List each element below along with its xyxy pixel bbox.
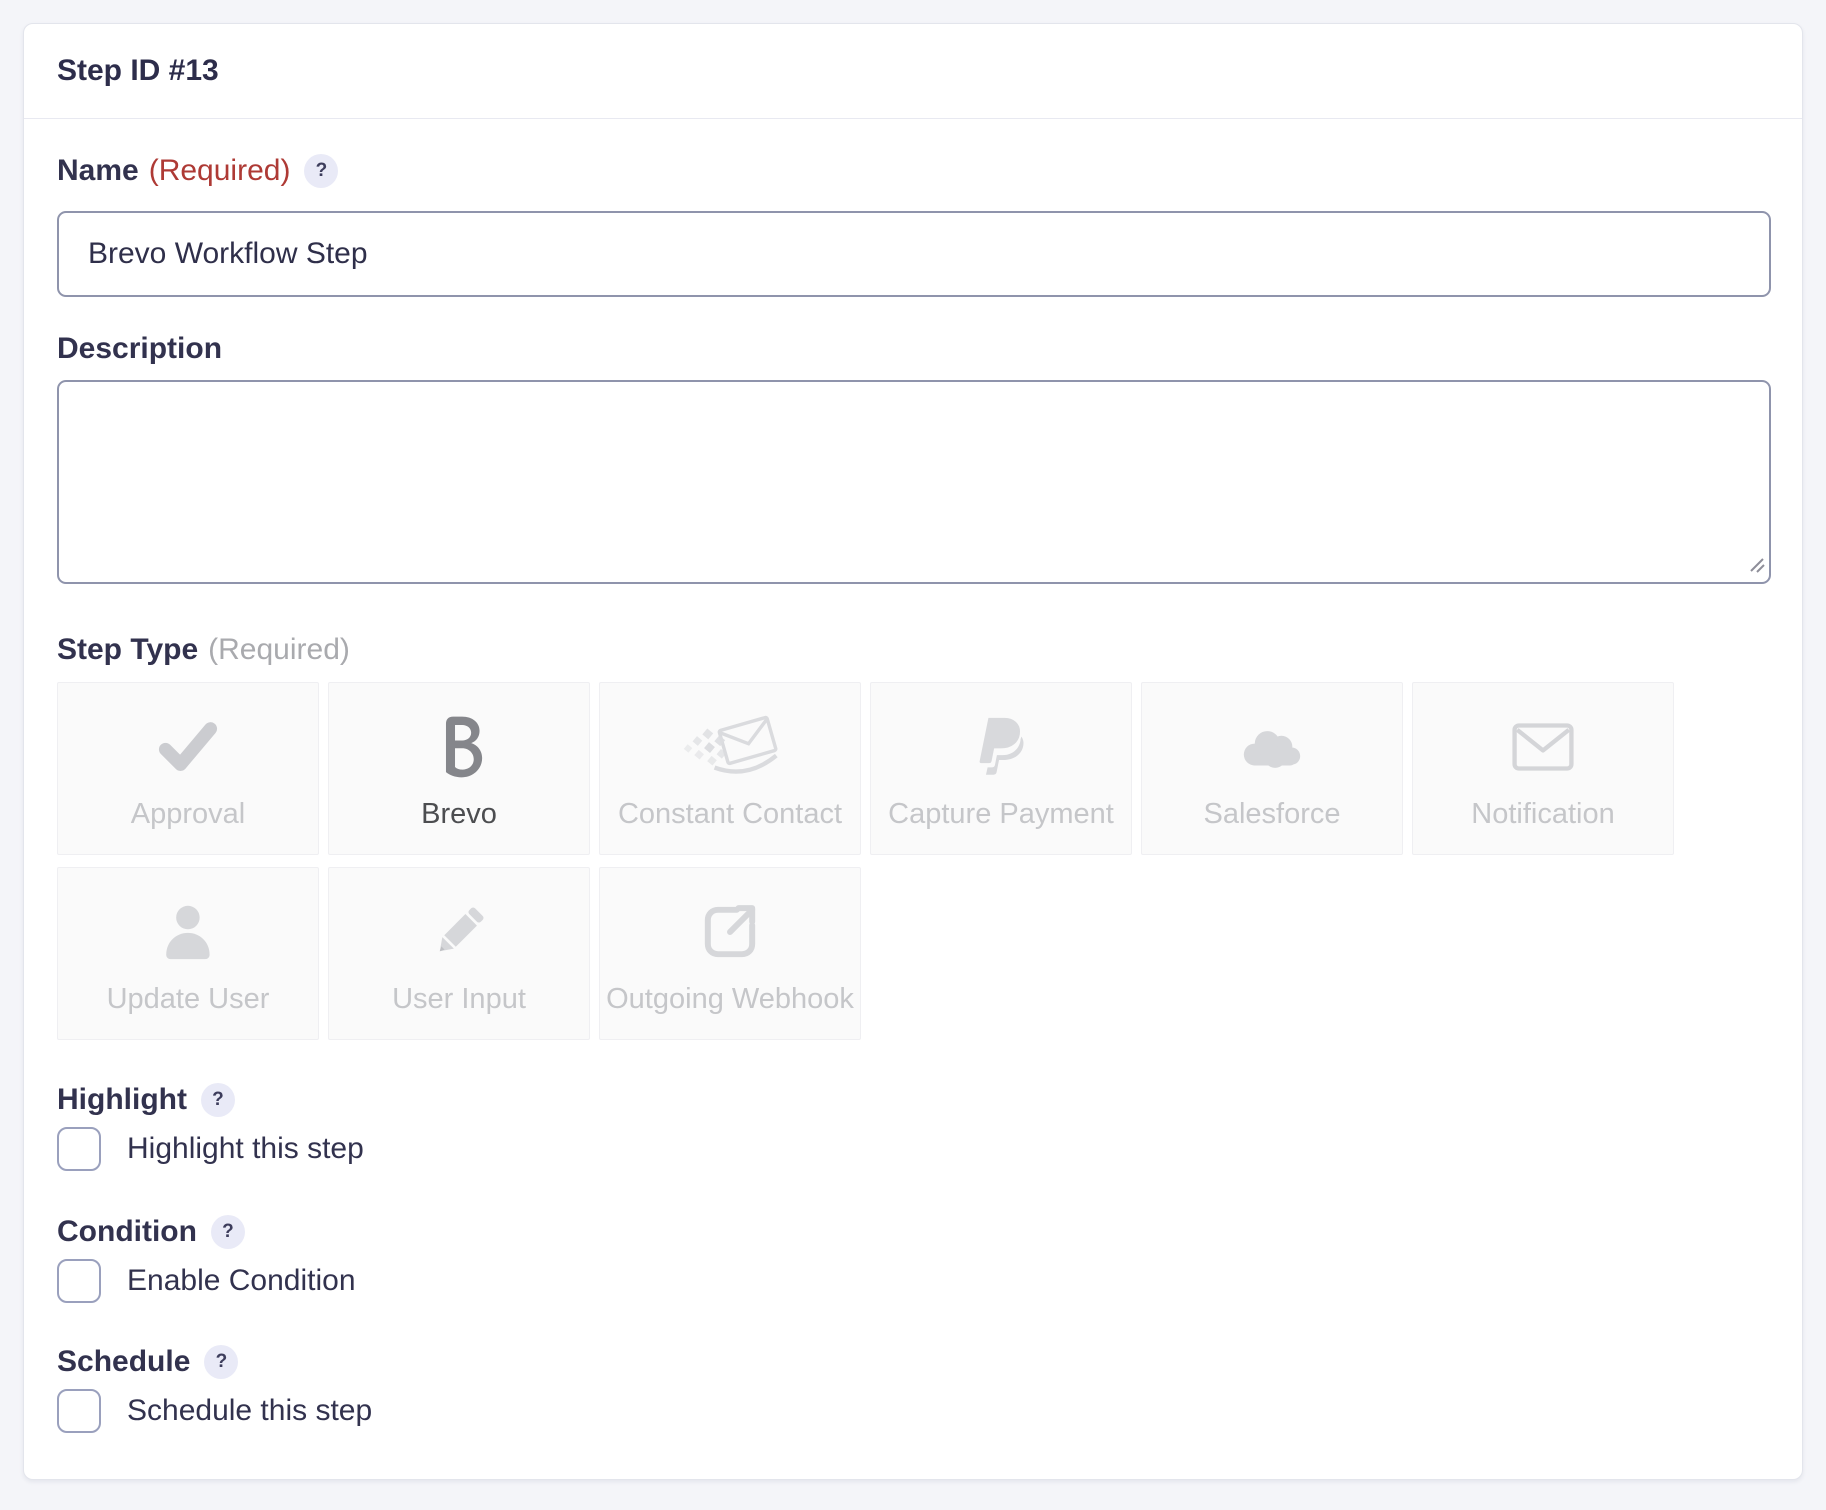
condition-check-row: Enable Condition (57, 1259, 1769, 1303)
highlight-checkbox[interactable] (57, 1127, 101, 1171)
step-type-option-capture-payment[interactable]: Capture Payment (870, 682, 1132, 855)
envelope-icon (1512, 706, 1574, 788)
step-type-option-approval[interactable]: Approval (57, 682, 319, 855)
condition-label: Condition (57, 1213, 197, 1251)
highlight-check-row: Highlight this step (57, 1127, 1769, 1171)
external-link-icon (701, 891, 759, 973)
constant-contact-logo-icon (680, 706, 780, 788)
step-editor-card: Step ID #13 Name (Required) ? Descriptio… (23, 23, 1803, 1480)
schedule-label-row: Schedule ? (57, 1343, 1769, 1381)
check-icon (158, 706, 218, 788)
paypal-icon (977, 706, 1024, 788)
step-type-option-salesforce[interactable]: Salesforce (1141, 682, 1403, 855)
tile-label: User Input (392, 983, 526, 1016)
highlight-label-row: Highlight ? (57, 1081, 1769, 1119)
user-icon (159, 891, 217, 973)
description-textarea[interactable] (57, 380, 1771, 584)
resize-handle-icon[interactable] (1747, 555, 1765, 578)
step-type-option-brevo[interactable]: Brevo (328, 682, 590, 855)
card-body: Name (Required) ? Description Step Type … (24, 152, 1802, 1433)
tile-label: Outgoing Webhook (606, 983, 854, 1016)
condition-checkbox-label: Enable Condition (127, 1264, 356, 1298)
page-title: Step ID #13 (57, 54, 219, 88)
brevo-logo-icon (435, 706, 483, 788)
name-label-row: Name (Required) ? (57, 152, 1769, 190)
step-type-option-update-user[interactable]: Update User (57, 867, 319, 1040)
highlight-help-icon[interactable]: ? (201, 1083, 235, 1117)
salesforce-cloud-icon (1236, 706, 1308, 788)
schedule-checkbox[interactable] (57, 1389, 101, 1433)
condition-checkbox[interactable] (57, 1259, 101, 1303)
name-help-icon[interactable]: ? (304, 154, 338, 188)
step-type-option-notification[interactable]: Notification (1412, 682, 1674, 855)
tile-label: Capture Payment (888, 798, 1114, 831)
tile-label: Constant Contact (618, 798, 842, 831)
tile-label: Approval (131, 798, 245, 831)
step-type-label-row: Step Type (Required) (57, 631, 1769, 669)
tile-label: Notification (1471, 798, 1614, 831)
schedule-checkbox-label: Schedule this step (127, 1394, 372, 1428)
card-header: Step ID #13 (24, 24, 1802, 119)
name-label: Name (57, 152, 139, 190)
schedule-label: Schedule (57, 1343, 190, 1381)
tile-label: Brevo (421, 798, 497, 831)
schedule-help-icon[interactable]: ? (204, 1345, 238, 1379)
condition-help-icon[interactable]: ? (211, 1215, 245, 1249)
highlight-checkbox-label: Highlight this step (127, 1132, 364, 1166)
tile-label: Update User (107, 983, 270, 1016)
name-input[interactable] (57, 211, 1771, 297)
step-type-option-outgoing-webhook[interactable]: Outgoing Webhook (599, 867, 861, 1040)
pencil-icon (430, 891, 488, 973)
name-required-note: (Required) (149, 152, 291, 190)
step-type-required-note: (Required) (208, 631, 350, 669)
description-label: Description (57, 330, 222, 368)
description-textarea-wrap (57, 380, 1771, 584)
description-label-row: Description (57, 330, 1769, 368)
step-type-options: Approval Brevo (57, 682, 1771, 1040)
schedule-check-row: Schedule this step (57, 1389, 1769, 1433)
step-type-option-user-input[interactable]: User Input (328, 867, 590, 1040)
tile-label: Salesforce (1203, 798, 1340, 831)
highlight-label: Highlight (57, 1081, 187, 1119)
step-type-option-constant-contact[interactable]: Constant Contact (599, 682, 861, 855)
step-type-label: Step Type (57, 631, 198, 669)
condition-label-row: Condition ? (57, 1213, 1769, 1251)
